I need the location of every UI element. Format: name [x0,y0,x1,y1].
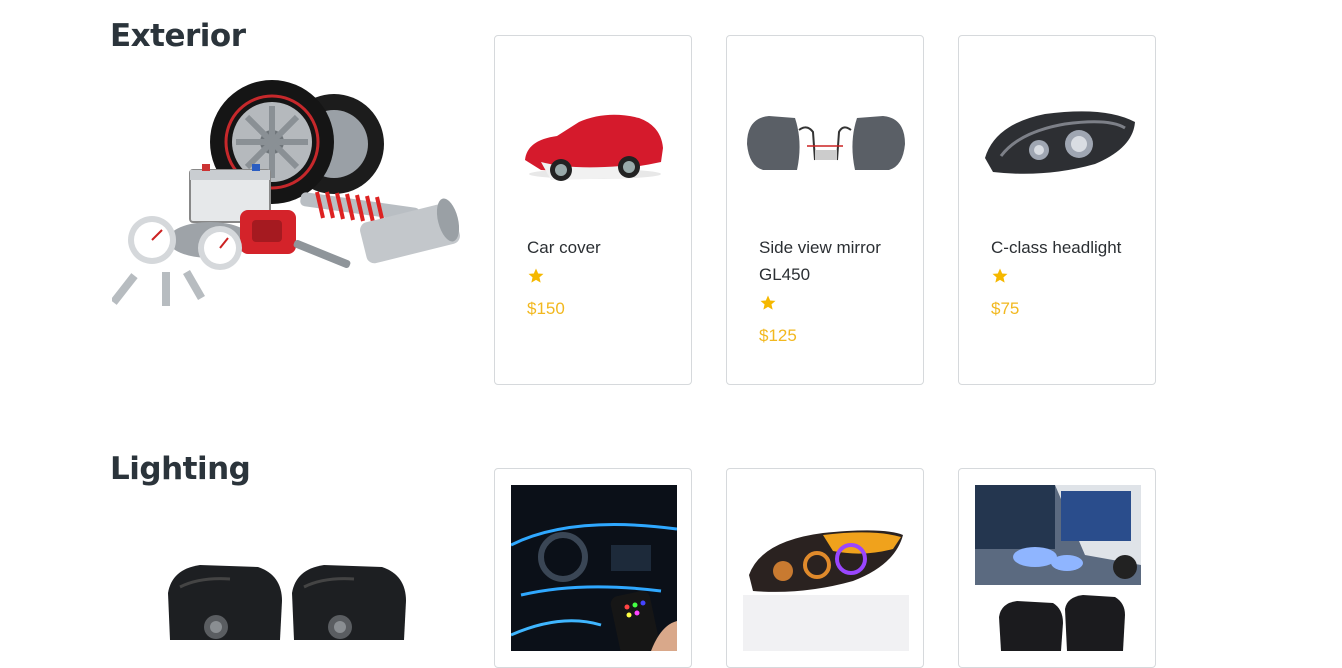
star-icon [528,268,544,283]
product-card-ambient-light[interactable] [494,468,692,668]
product-rating [759,288,909,314]
star-icon [992,268,1008,283]
door-projector-image [975,485,1141,651]
product-name[interactable]: Car cover [527,234,677,261]
headlight-image [985,111,1135,174]
product-card-halo-headlight[interactable] [726,468,924,668]
ambient-light-image [511,485,677,651]
section-title: Lighting [110,451,251,487]
halo-headlight-image [743,530,909,651]
product-card-car-cover[interactable]: Car cover $150 [494,35,692,385]
car-parts-hero-image [112,80,460,306]
product-info: C-class headlight $75 [991,234,1141,322]
product-name[interactable]: C-class headlight [991,234,1141,261]
product-name[interactable]: Side view mirror GL450 [759,234,909,288]
lighting-section: Lighting [0,433,1342,668]
section-title: Exterior [110,18,246,54]
door-projector-hero-image [168,565,406,640]
car-cover-image [525,114,663,181]
product-card-headlight[interactable]: C-class headlight $75 [958,35,1156,385]
product-card-door-projector[interactable] [958,468,1156,668]
product-info: Side view mirror GL450 $125 [759,234,909,349]
product-rating [991,261,1141,287]
exterior-section: Exterior Car cover $150 Side view mirror… [0,0,1342,420]
side-mirror-image [747,116,905,170]
product-card-side-mirror[interactable]: Side view mirror GL450 $125 [726,35,924,385]
product-info: Car cover $150 [527,234,677,322]
product-price: $75 [991,299,1020,318]
product-price: $150 [527,299,565,318]
star-icon [760,295,776,310]
product-price: $125 [759,326,797,345]
product-rating [527,261,677,287]
